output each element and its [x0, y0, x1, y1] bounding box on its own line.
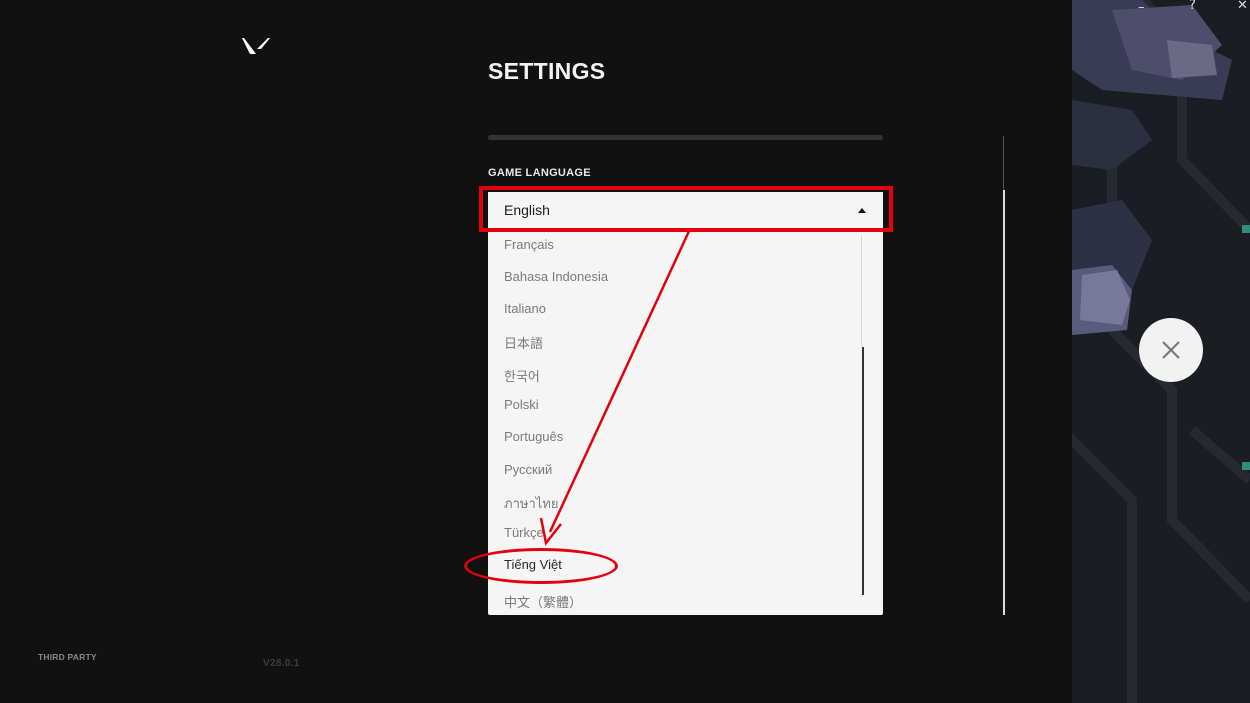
third-party-link[interactable]: THIRD PARTY	[38, 652, 97, 662]
language-option-turkish[interactable]: Türkçe	[504, 525, 544, 540]
minimize-button[interactable]: –	[1138, 0, 1145, 15]
close-icon	[1162, 341, 1180, 359]
language-option-chinese-traditional[interactable]: 中文（繁體）	[504, 592, 582, 611]
language-option-italian[interactable]: Italiano	[504, 301, 546, 316]
version-label: V28.0.1	[263, 658, 300, 669]
language-option-japanese[interactable]: 日本語	[504, 333, 543, 352]
divider	[488, 135, 883, 140]
annotation-highlight-box	[479, 186, 893, 232]
page-scrollbar-thumb[interactable]	[1003, 190, 1005, 615]
language-option-korean[interactable]: 한국어	[504, 366, 540, 385]
help-button[interactable]: ?	[1189, 0, 1196, 13]
language-option-indonesian[interactable]: Bahasa Indonesia	[504, 269, 608, 284]
page-scrollbar-top	[1003, 136, 1004, 188]
page-title: SETTINGS	[488, 58, 606, 84]
language-option-polish[interactable]: Polski	[504, 397, 539, 412]
language-option-portuguese[interactable]: Português	[504, 429, 563, 444]
options-scrollbar-thumb[interactable]	[862, 347, 864, 595]
game-language-label: GAME LANGUAGE	[488, 167, 591, 179]
annotation-highlight-ellipse	[464, 548, 618, 584]
options-scrollbar-track	[861, 235, 862, 347]
language-option-thai[interactable]: ภาษาไทย	[504, 493, 558, 514]
window-controls: – ? ✕	[1130, 0, 1250, 20]
window-close-button[interactable]: ✕	[1237, 0, 1248, 13]
language-option-french[interactable]: Français	[504, 237, 554, 252]
close-settings-button[interactable]	[1139, 318, 1203, 382]
language-option-russian[interactable]: Русский	[504, 462, 552, 477]
valorant-logo-icon	[242, 38, 270, 54]
